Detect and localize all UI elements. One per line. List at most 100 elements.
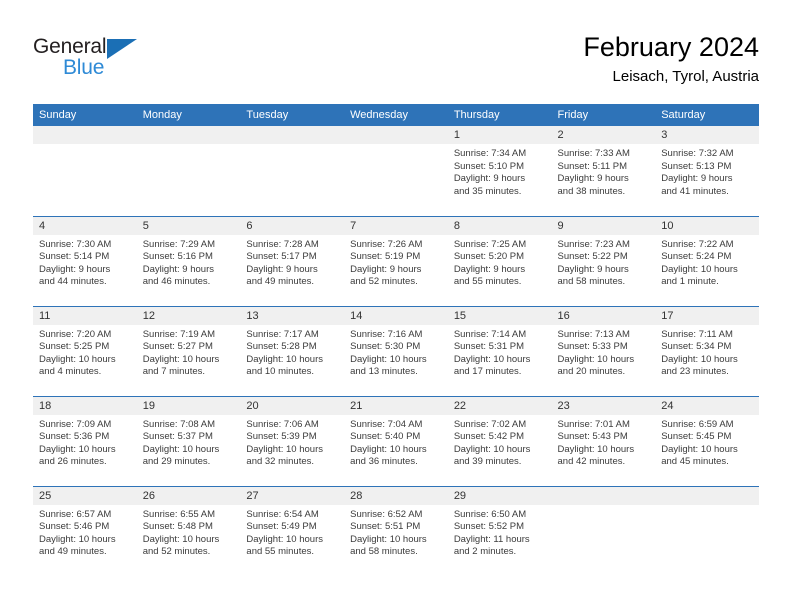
day-number: 4 [33,216,137,235]
day-details: Sunrise: 6:55 AM Sunset: 5:48 PM Daylight:… [137,505,241,559]
calendar-day-cell-empty [551,485,656,576]
sunrise-text: Sunrise: 7:28 AM [246,238,319,250]
sunrise-text: Sunrise: 7:17 AM [246,328,319,340]
sunset-text: Sunset: 5:27 PM [142,341,213,353]
calendar-day-cell[interactable]: 19 Sunrise: 7:08 AM Sunset: 5:37 PM Dayligh… [136,395,241,486]
daylight-text-line1: Daylight: 9 hours [661,173,733,185]
daylight-text-line2: and 26 minutes. [39,456,107,468]
calendar-day-cell[interactable]: 2 Sunrise: 7:33 AM Sunset: 5:11 PM Daylight… [551,126,656,216]
calendar-day-cell[interactable]: 23 Sunrise: 7:01 AM Sunset: 5:43 PM Dayligh… [551,395,656,486]
sunrise-text: Sunrise: 6:52 AM [350,508,423,520]
sunset-text: Sunset: 5:48 PM [142,521,213,533]
sunrise-text: Sunrise: 7:32 AM [661,148,734,159]
calendar-day-cell[interactable]: 12 Sunrise: 7:19 AM Sunset: 5:27 PM Dayligh… [136,305,241,396]
calendar-day-cell[interactable]: 9 Sunrise: 7:23 AM Sunset: 5:22 PM Daylight… [551,215,656,306]
calendar-day-cell[interactable]: 3 Sunrise: 7:32 AM Sunset: 5:13 PM Daylight… [655,126,759,216]
calendar-day-cell[interactable]: 22 Sunrise: 7:02 AM Sunset: 5:42 PM Dayligh… [447,395,552,486]
daylight-text-line1: Daylight: 9 hours [39,263,111,275]
day-number: 6 [240,216,345,235]
calendar-day-cell[interactable]: 5 Sunrise: 7:29 AM Sunset: 5:16 PM Daylight… [136,215,241,306]
calendar-day-cell[interactable]: 11 Sunrise: 7:20 AM Sunset: 5:25 PM Dayligh… [33,305,137,396]
day-details: Sunrise: 6:59 AM Sunset: 5:45 PM Daylight:… [655,415,759,469]
sunrise-text: Sunrise: 7:30 AM [39,238,112,250]
day-details: Sunrise: 7:34 AM Sunset: 5:10 PM Daylight:… [448,144,552,198]
day-number [655,486,759,505]
daylight-text-line2: and 29 minutes. [142,456,211,468]
sunset-text: Sunset: 5:13 PM [661,160,732,172]
day-number: 25 [33,486,137,505]
weekday-header-wednesday: Wednesday [344,104,448,126]
sunset-text: Sunset: 5:40 PM [350,431,421,443]
day-number: 23 [551,396,656,415]
daylight-text-line2: and 38 minutes. [557,185,626,197]
daylight-text-line1: Daylight: 9 hours [453,263,526,275]
day-number: 22 [447,396,552,415]
sunrise-text: Sunrise: 7:09 AM [39,418,112,430]
calendar-day-cell-empty [240,126,345,216]
day-number: 18 [33,396,137,415]
sunrise-text: Sunrise: 7:33 AM [557,148,630,159]
calendar-day-cell[interactable]: 17 Sunrise: 7:11 AM Sunset: 5:34 PM Dayligh… [655,305,759,396]
calendar-day-cell[interactable]: 15 Sunrise: 7:14 AM Sunset: 5:31 PM Dayligh… [447,305,552,396]
daylight-text-line1: Daylight: 9 hours [557,263,629,275]
calendar-day-cell[interactable]: 26 Sunrise: 6:55 AM Sunset: 5:48 PM Dayligh… [136,485,241,576]
calendar-day-cell[interactable]: 29 Sunrise: 6:50 AM Sunset: 5:52 PM Dayligh… [447,485,552,576]
calendar-day-cell[interactable]: 20 Sunrise: 7:06 AM Sunset: 5:39 PM Dayligh… [240,395,345,486]
day-details: Sunrise: 7:14 AM Sunset: 5:31 PM Daylight:… [448,325,552,379]
day-number: 24 [655,396,759,415]
calendar-day-cell[interactable]: 6 Sunrise: 7:28 AM Sunset: 5:17 PM Daylight… [240,215,345,306]
calendar-day-cell[interactable]: 13 Sunrise: 7:17 AM Sunset: 5:28 PM Dayligh… [240,305,345,396]
calendar-day-cell[interactable]: 27 Sunrise: 6:54 AM Sunset: 5:49 PM Dayligh… [240,485,345,576]
daylight-text-line1: Daylight: 10 hours [142,353,220,365]
daylight-text-line2: and 55 minutes. [246,546,315,558]
triangle-icon [107,39,137,59]
sunrise-text: Sunrise: 7:34 AM [453,148,527,159]
daylight-text-line1: Daylight: 10 hours [453,443,531,455]
sunrise-text: Sunrise: 7:22 AM [661,238,734,250]
daylight-text-line1: Daylight: 9 hours [246,263,318,275]
daylight-text-line1: Daylight: 10 hours [39,353,116,365]
day-details: Sunrise: 7:11 AM Sunset: 5:34 PM Daylight:… [655,325,759,379]
calendar-day-cell[interactable]: 10 Sunrise: 7:22 AM Sunset: 5:24 PM Dayligh… [655,215,759,306]
day-number: 29 [447,486,552,505]
daylight-text-line2: and 4 minutes. [39,366,102,378]
calendar-day-cell[interactable]: 4 Sunrise: 7:30 AM Sunset: 5:14 PM Daylight… [33,215,137,306]
day-details: Sunrise: 6:50 AM Sunset: 5:52 PM Daylight:… [448,505,552,559]
sunset-text: Sunset: 5:37 PM [142,431,213,443]
calendar-day-cell[interactable]: 28 Sunrise: 6:52 AM Sunset: 5:51 PM Dayligh… [344,485,448,576]
calendar-day-cell[interactable]: 24 Sunrise: 6:59 AM Sunset: 5:45 PM Dayligh… [655,395,759,486]
daylight-text-line2: and 45 minutes. [661,456,729,468]
day-number [344,126,448,144]
daylight-text-line2: and 35 minutes. [453,185,522,197]
day-details: Sunrise: 6:57 AM Sunset: 5:46 PM Daylight:… [33,505,137,559]
calendar-day-cell[interactable]: 7 Sunrise: 7:26 AM Sunset: 5:19 PM Daylight… [344,215,448,306]
day-details: Sunrise: 7:09 AM Sunset: 5:36 PM Daylight:… [33,415,137,469]
calendar-day-cell[interactable]: 14 Sunrise: 7:16 AM Sunset: 5:30 PM Dayligh… [344,305,448,396]
day-details: Sunrise: 7:25 AM Sunset: 5:20 PM Daylight:… [448,235,552,289]
calendar-week-row: 18 Sunrise: 7:09 AM Sunset: 5:36 PM Dayligh… [33,395,759,486]
sunrise-text: Sunrise: 6:57 AM [39,508,112,520]
calendar-week-row: 4 Sunrise: 7:30 AM Sunset: 5:14 PM Daylight… [33,215,759,306]
generalblue-logo[interactable]: General Blue [33,35,153,85]
sunset-text: Sunset: 5:52 PM [453,521,525,533]
daylight-text-line2: and 1 minute. [661,276,719,288]
sunset-text: Sunset: 5:42 PM [453,431,525,443]
calendar-day-cell[interactable]: 25 Sunrise: 6:57 AM Sunset: 5:46 PM Dayligh… [33,485,137,576]
sunset-text: Sunset: 5:11 PM [557,160,628,172]
calendar-day-cell[interactable]: 21 Sunrise: 7:04 AM Sunset: 5:40 PM Dayligh… [344,395,448,486]
calendar-day-cell-empty [344,126,448,216]
sunrise-text: Sunrise: 7:25 AM [453,238,527,250]
sunrise-text: Sunrise: 6:54 AM [246,508,319,520]
sunrise-text: Sunrise: 7:02 AM [453,418,527,430]
calendar-day-cell[interactable]: 8 Sunrise: 7:25 AM Sunset: 5:20 PM Daylight… [447,215,552,306]
weekday-header-tuesday: Tuesday [240,104,345,126]
calendar-day-cell[interactable]: 1 Sunrise: 7:34 AM Sunset: 5:10 PM Daylight… [447,126,552,216]
sunrise-text: Sunrise: 7:06 AM [246,418,319,430]
daylight-text-line1: Daylight: 10 hours [39,443,116,455]
daylight-text-line2: and 20 minutes. [557,366,626,378]
calendar-day-cell[interactable]: 18 Sunrise: 7:09 AM Sunset: 5:36 PM Dayligh… [33,395,137,486]
day-number: 10 [655,216,759,235]
daylight-text-line1: Daylight: 10 hours [661,443,738,455]
day-number: 28 [344,486,448,505]
calendar-day-cell[interactable]: 16 Sunrise: 7:13 AM Sunset: 5:33 PM Dayligh… [551,305,656,396]
